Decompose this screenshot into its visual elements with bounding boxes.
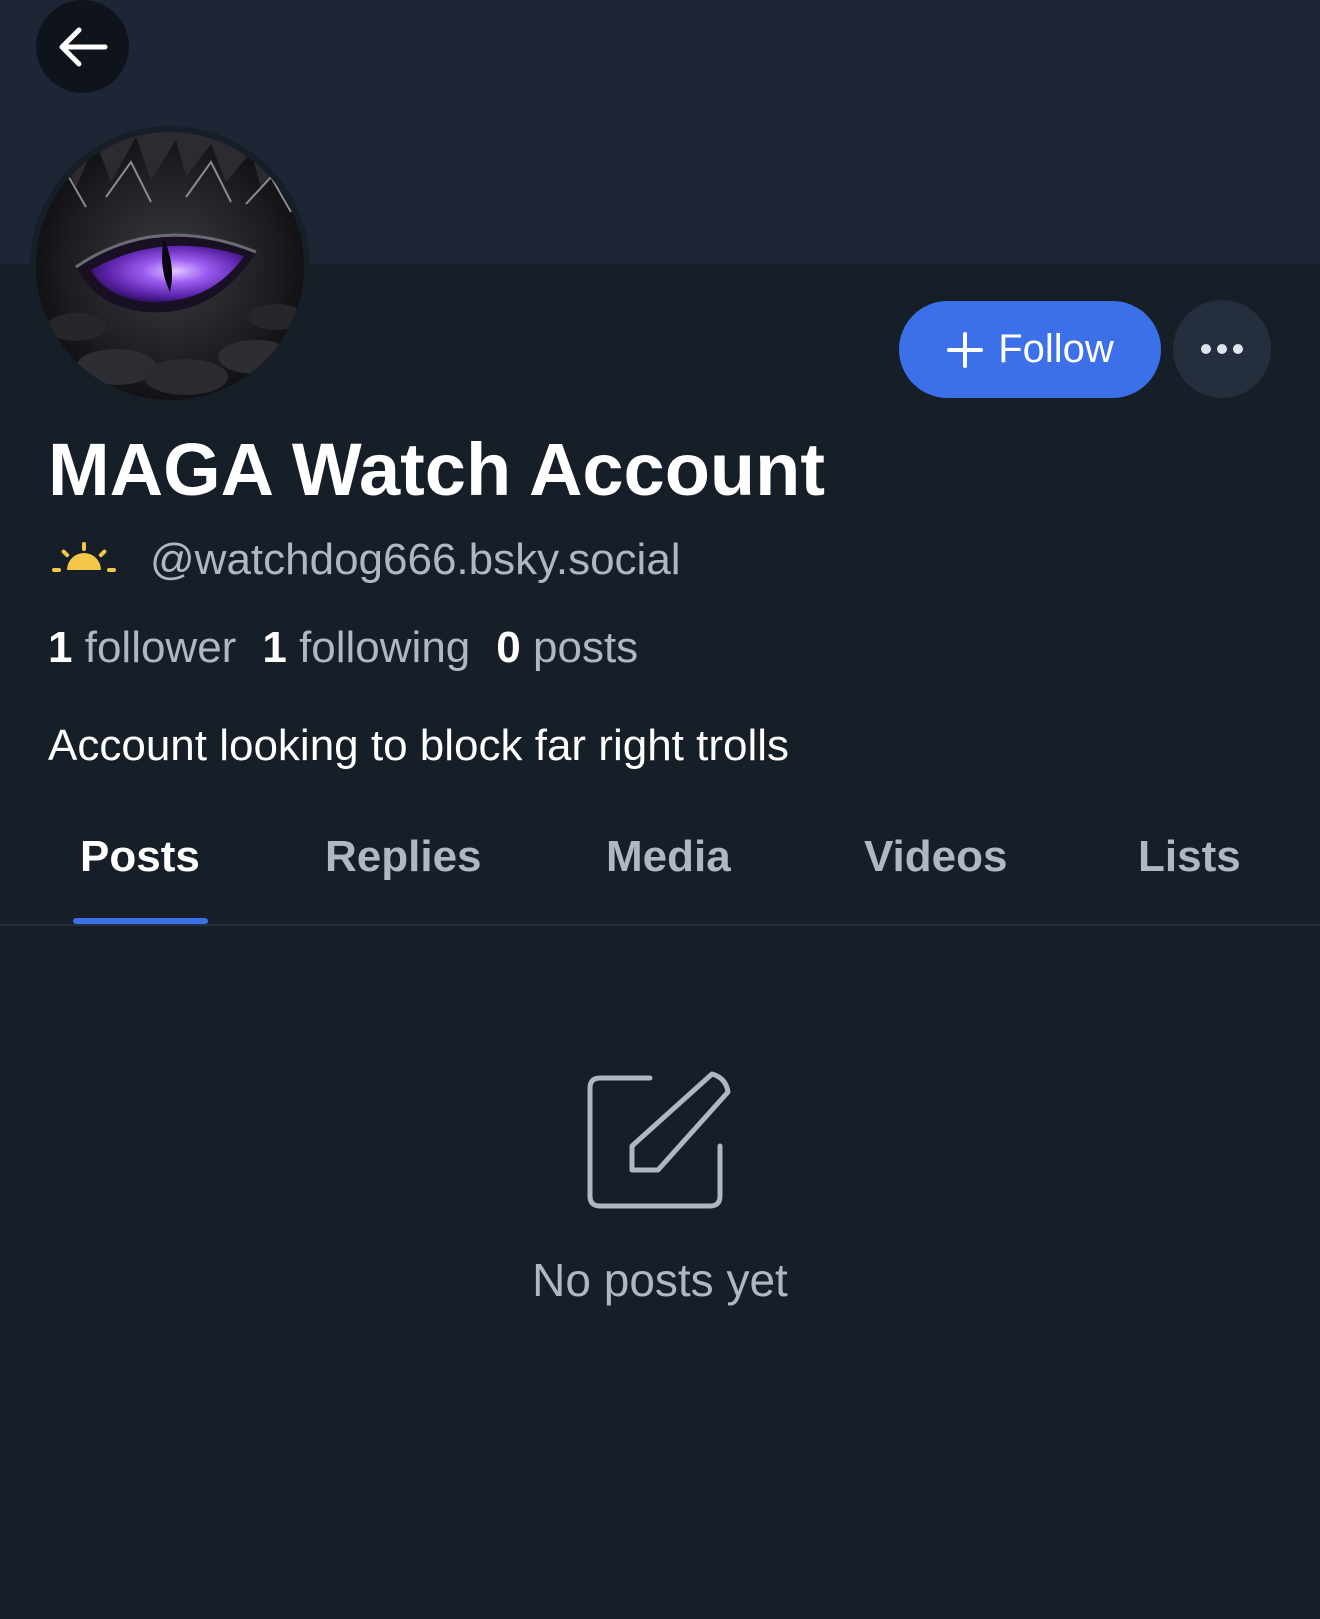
followers-label: follower [84,623,237,672]
following-stat[interactable]: 1 following [262,623,470,672]
avatar[interactable] [36,132,304,400]
tab-lists[interactable]: Lists [1138,827,1241,887]
profile-bio: Account looking to block far right troll… [48,721,790,770]
plus-icon [947,331,984,368]
tabs-divider [0,924,1320,926]
sunrise-icon [52,542,116,572]
tab-posts[interactable]: Posts [80,827,200,887]
profile-handle[interactable]: @watchdog666.bsky.social [150,535,681,585]
tab-videos[interactable]: Videos [864,827,1007,887]
dragon-eye-avatar [36,132,304,400]
display-name: MAGA Watch Account [48,428,825,511]
posts-stat: 0 posts [496,623,638,672]
tab-replies[interactable]: Replies [325,827,482,887]
posts-label: posts [533,623,639,672]
follow-label: Follow [998,327,1114,371]
followers-stat[interactable]: 1 follower [48,623,236,672]
tab-media[interactable]: Media [606,827,731,887]
followers-count: 1 [48,623,73,672]
following-count: 1 [262,623,287,672]
posts-count: 0 [496,623,521,672]
ellipsis-icon [1201,344,1243,354]
edit-icon [587,1071,731,1209]
follow-button[interactable]: Follow [899,301,1161,398]
empty-state-text: No posts yet [532,1254,788,1306]
back-button[interactable] [36,0,129,93]
more-options-button[interactable] [1173,300,1271,398]
arrow-left-icon [59,27,107,66]
profile-stats: 1 follower 1 following 0 posts [48,620,638,676]
handle-row: @watchdog666.bsky.social [52,530,681,590]
following-label: following [299,623,471,672]
